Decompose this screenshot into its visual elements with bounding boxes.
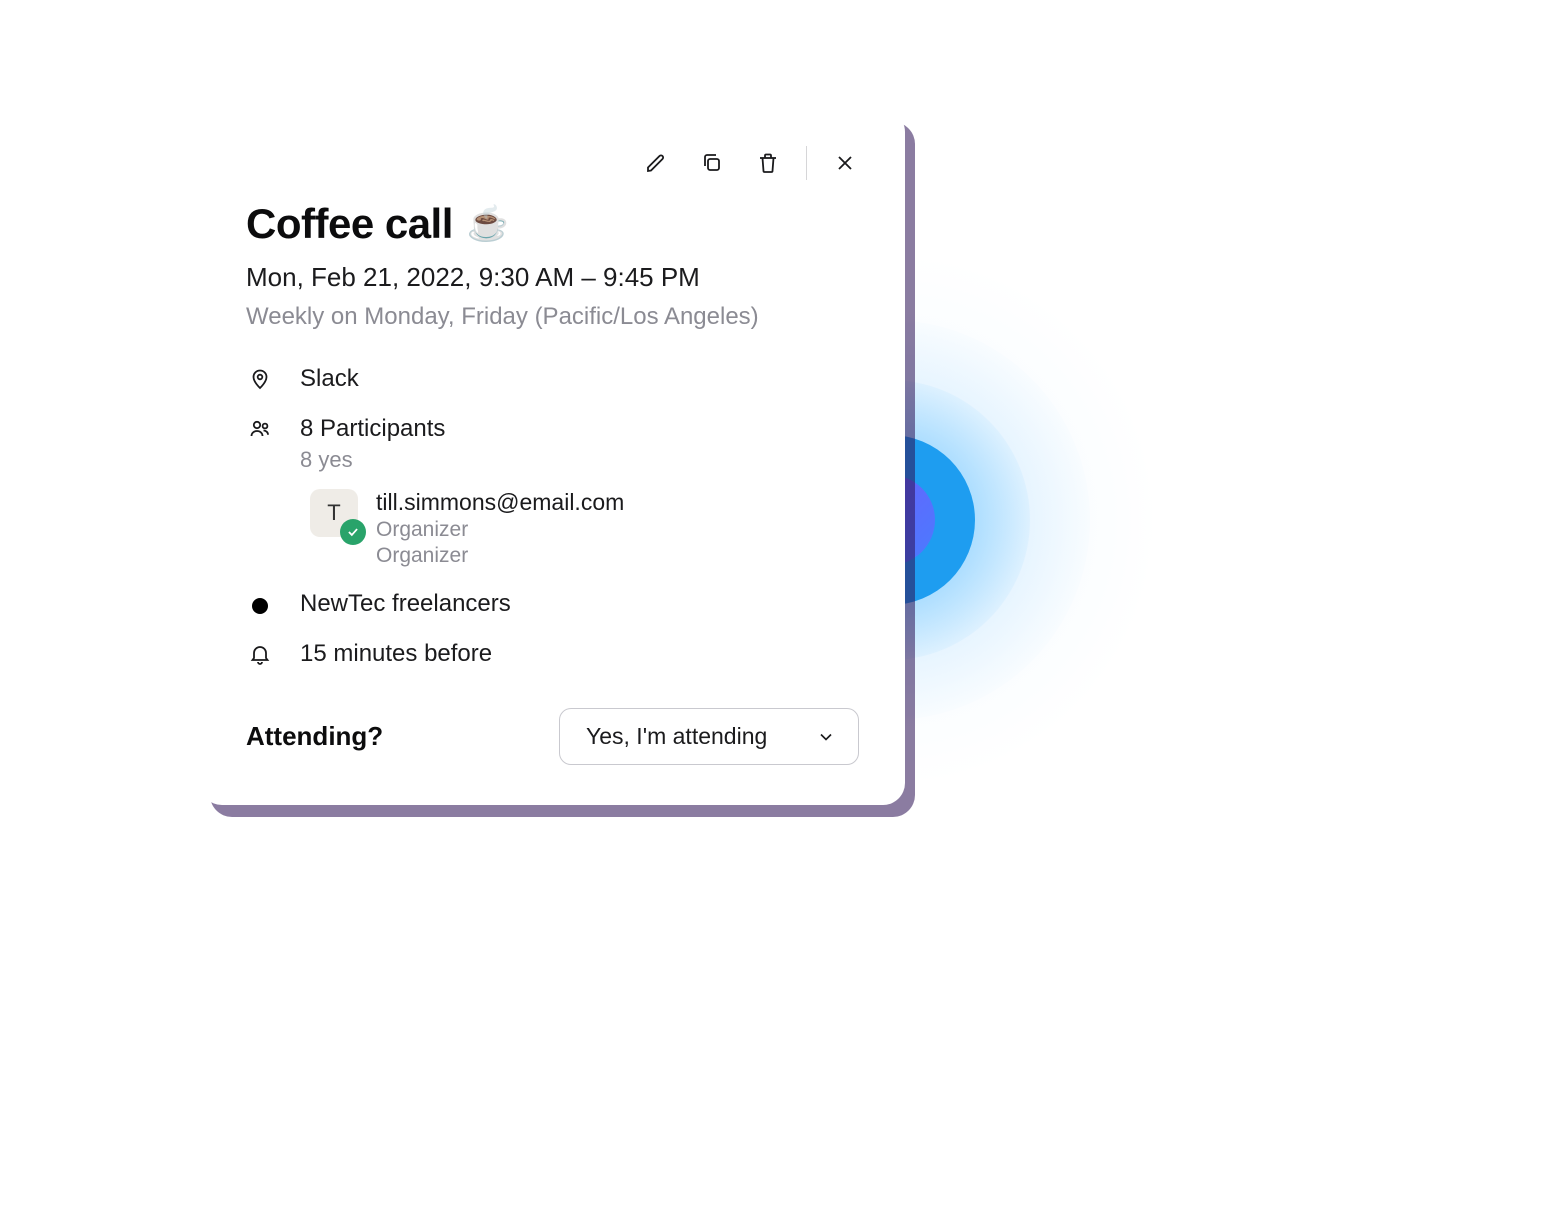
event-datetime: Mon, Feb 21, 2022, 9:30 AM – 9:45 PM <box>246 262 859 293</box>
event-title-row: Coffee call ☕ <box>246 200 859 248</box>
location-text: Slack <box>300 365 859 393</box>
event-title: Coffee call <box>246 200 453 248</box>
rsvp-accepted-badge <box>340 519 366 545</box>
pencil-icon <box>644 151 668 175</box>
organizer-role-2: Organizer <box>376 544 624 568</box>
participants-count: 8 Participants <box>300 415 859 443</box>
reminder-text: 15 minutes before <box>300 640 859 668</box>
organizer-email: till.simmons@email.com <box>376 489 624 516</box>
check-icon <box>346 525 360 539</box>
attending-selected-value: Yes, I'm attending <box>586 723 767 750</box>
calendar-color-dot <box>252 598 268 614</box>
attending-label: Attending? <box>246 721 383 752</box>
card-toolbar <box>246 146 859 180</box>
edit-button[interactable] <box>642 149 670 177</box>
event-detail-card: Coffee call ☕ Mon, Feb 21, 2022, 9:30 AM… <box>200 110 905 805</box>
reminder-row: 15 minutes before <box>246 640 859 668</box>
close-button[interactable] <box>831 149 859 177</box>
duplicate-button[interactable] <box>698 149 726 177</box>
participants-row: 8 Participants 8 yes T till.simmons@emai… <box>246 415 859 568</box>
location-pin-icon <box>248 367 272 391</box>
copy-icon <box>700 151 724 175</box>
participants-yes: 8 yes <box>300 447 859 473</box>
attending-dropdown[interactable]: Yes, I'm attending <box>559 708 859 765</box>
attending-row: Attending? Yes, I'm attending <box>246 708 859 765</box>
organizer-row: T till.simmons@email.com Organizer Organ… <box>310 489 859 568</box>
close-icon <box>833 151 857 175</box>
people-icon <box>248 417 272 441</box>
bell-icon <box>248 642 272 666</box>
event-recurrence: Weekly on Monday, Friday (Pacific/Los An… <box>246 303 859 331</box>
delete-button[interactable] <box>754 149 782 177</box>
calendar-row: NewTec freelancers <box>246 590 859 618</box>
location-row: Slack <box>246 365 859 393</box>
chevron-down-icon <box>816 727 836 747</box>
organizer-role-1: Organizer <box>376 518 624 542</box>
calendar-name: NewTec freelancers <box>300 590 859 618</box>
toolbar-divider <box>806 146 807 180</box>
trash-icon <box>756 151 780 175</box>
event-emoji: ☕ <box>467 204 509 244</box>
